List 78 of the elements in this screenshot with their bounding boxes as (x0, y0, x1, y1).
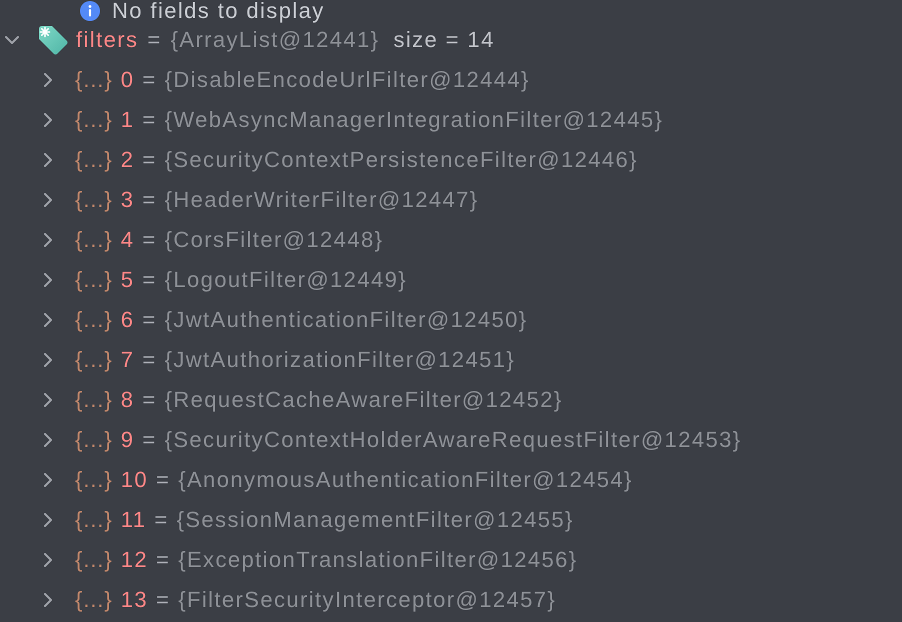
item-value: {FilterSecurityInterceptor@12457} (178, 589, 556, 611)
item-value: {HeaderWriterFilter@12447} (164, 189, 478, 211)
equals-sign: = (154, 509, 169, 531)
equals-sign: = (142, 389, 157, 411)
chevron-right-icon[interactable] (41, 73, 55, 87)
equals-sign: = (142, 309, 157, 331)
object-type-label: {…} (75, 429, 112, 451)
object-type-label: {…} (75, 549, 112, 571)
item-index: 2 (120, 149, 134, 171)
chevron-right-icon[interactable] (41, 273, 55, 287)
object-type-label: {…} (75, 269, 112, 291)
object-type-label: {…} (75, 589, 112, 611)
variable-value: {ArrayList@12441} (170, 29, 380, 51)
item-value: {SecurityContextHolderAwareRequestFilter@12453} (164, 429, 742, 451)
chevron-right-icon[interactable] (41, 313, 55, 327)
object-type-label: {…} (75, 189, 112, 211)
object-type-label: {…} (75, 149, 112, 171)
item-value: {DisableEncodeUrlFilter@12444} (164, 69, 530, 91)
info-message: No fields to display (112, 1, 325, 21)
object-type-label: {…} (75, 509, 112, 531)
object-type-label: {…} (75, 349, 112, 371)
item-index: 5 (120, 269, 134, 291)
equals-sign: = (142, 189, 157, 211)
equals-sign: = (142, 149, 157, 171)
equals-sign: = (156, 549, 170, 571)
equals-sign: = (142, 349, 157, 371)
item-index: 7 (120, 349, 134, 371)
item-value: {ExceptionTranslationFilter@12456} (178, 549, 578, 571)
variable-name: filters (76, 29, 138, 51)
object-type-label: {…} (75, 309, 112, 331)
item-index: 11 (120, 509, 146, 531)
item-index: 6 (120, 309, 134, 331)
size-label: size = 14 (393, 29, 495, 51)
object-type-label: {…} (75, 229, 112, 251)
chevron-right-icon[interactable] (41, 513, 55, 527)
chevron-right-icon[interactable] (41, 393, 55, 407)
equals-sign: = (142, 69, 157, 91)
item-index: 4 (120, 229, 134, 251)
item-value: {WebAsyncManagerIntegrationFilter@12445} (164, 109, 664, 131)
item-index: 8 (120, 389, 134, 411)
chevron-right-icon[interactable] (41, 193, 55, 207)
item-value: {SessionManagementFilter@12455} (176, 509, 574, 531)
chevron-right-icon[interactable] (41, 433, 55, 447)
item-value: {RequestCacheAwareFilter@12452} (164, 389, 563, 411)
chevron-right-icon[interactable] (41, 593, 55, 607)
item-index: 9 (120, 429, 134, 451)
equals-sign: = (142, 269, 157, 291)
item-index: 12 (120, 549, 148, 571)
item-value: {CorsFilter@12448} (164, 229, 384, 251)
item-index: 1 (120, 109, 134, 131)
object-type-label: {…} (75, 69, 112, 91)
chevron-right-icon[interactable] (41, 233, 55, 247)
equals-sign: = (147, 29, 162, 51)
chevron-right-icon[interactable] (41, 153, 55, 167)
chevron-right-icon[interactable] (41, 113, 55, 127)
item-value: {LogoutFilter@12449} (164, 269, 407, 291)
item-index: 13 (120, 589, 148, 611)
equals-sign: = (142, 229, 157, 251)
item-value: {JwtAuthenticationFilter@12450} (164, 309, 528, 331)
chevron-down-icon[interactable] (5, 33, 19, 47)
equals-sign: = (156, 469, 170, 491)
item-index: 3 (120, 189, 134, 211)
item-value: {SecurityContextPersistenceFilter@12446} (164, 149, 638, 171)
item-index: 10 (120, 469, 148, 491)
equals-sign: = (142, 429, 157, 451)
chevron-right-icon[interactable] (41, 353, 55, 367)
equals-sign: = (142, 109, 157, 131)
chevron-right-icon[interactable] (41, 553, 55, 567)
object-type-label: {…} (75, 389, 112, 411)
item-value: {JwtAuthorizationFilter@12451} (164, 349, 516, 371)
item-index: 0 (120, 69, 134, 91)
equals-sign: = (156, 589, 170, 611)
item-value: {AnonymousAuthenticationFilter@12454} (178, 469, 633, 491)
tag-icon (38, 25, 68, 55)
info-icon (80, 1, 100, 21)
object-type-label: {…} (75, 469, 112, 491)
chevron-right-icon[interactable] (41, 473, 55, 487)
object-type-label: {…} (75, 109, 112, 131)
